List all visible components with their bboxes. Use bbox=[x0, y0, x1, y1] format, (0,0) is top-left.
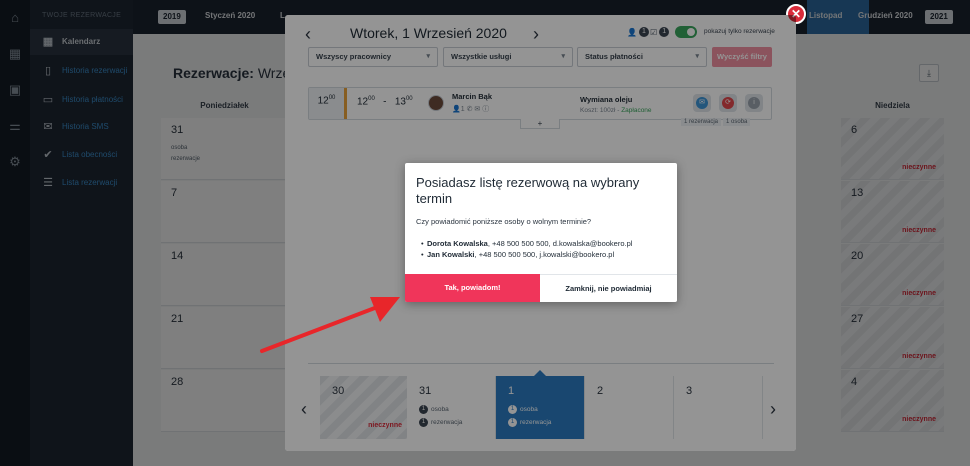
list-item: Jan Kowalski, +48 500 500 500, j.kowalsk… bbox=[427, 249, 632, 260]
dialog-question: Czy powiadomić poniższe osoby o wolnym t… bbox=[416, 217, 592, 226]
waitlist-people: Dorota Kowalska, +48 500 500 500, d.kowa… bbox=[427, 238, 632, 260]
dialog-title: Posiadasz listę rezerwową na wybrany ter… bbox=[416, 175, 640, 206]
waitlist-dialog: Posiadasz listę rezerwową na wybrany ter… bbox=[405, 163, 677, 302]
dismiss-button[interactable]: Zamknij, nie powiadmiaj bbox=[540, 274, 677, 302]
notify-button[interactable]: Tak, powiadom! bbox=[405, 274, 540, 302]
list-item: Dorota Kowalska, +48 500 500 500, d.kowa… bbox=[427, 238, 632, 249]
